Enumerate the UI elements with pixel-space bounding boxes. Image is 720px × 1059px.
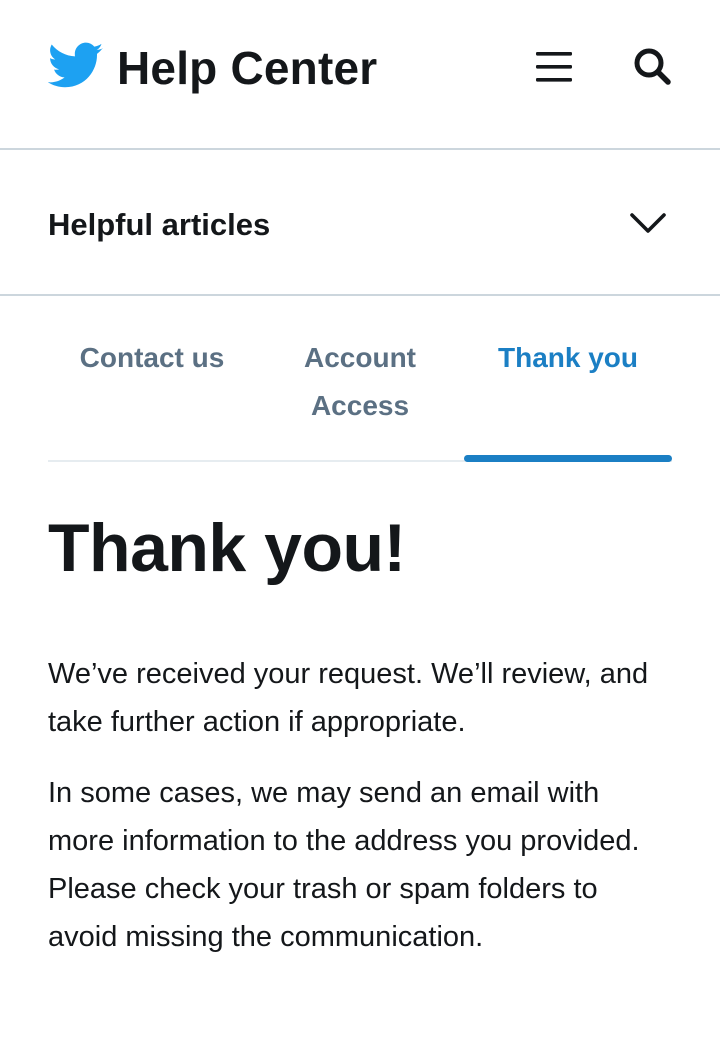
tab-thank-you[interactable]: Thank you bbox=[464, 334, 672, 382]
tab-contact-us[interactable]: Contact us bbox=[48, 334, 256, 382]
search-icon[interactable] bbox=[632, 46, 672, 86]
twitter-bird-icon[interactable] bbox=[48, 42, 104, 90]
tab-account-access[interactable]: Account Access bbox=[256, 334, 464, 430]
chevron-down-icon bbox=[630, 213, 666, 233]
helpful-articles-label: Helpful articles bbox=[48, 207, 271, 242]
main-content: Thank you! We’ve received your request. … bbox=[0, 508, 720, 961]
page-title: Thank you! bbox=[48, 510, 406, 586]
help-center-title[interactable]: Help Center bbox=[117, 40, 377, 96]
breadcrumb-tabs: Contact us Account Access Thank you bbox=[48, 296, 672, 462]
hamburger-menu-icon[interactable] bbox=[534, 48, 574, 88]
site-header: Help Center bbox=[0, 0, 720, 150]
helpful-articles-dropdown[interactable]: Helpful articles bbox=[0, 150, 720, 296]
confirmation-paragraph: We’ve received your request. We’ll revie… bbox=[48, 658, 649, 738]
active-tab-indicator bbox=[464, 455, 672, 462]
email-info-paragraph: In some cases, we may send an email with… bbox=[48, 777, 640, 953]
